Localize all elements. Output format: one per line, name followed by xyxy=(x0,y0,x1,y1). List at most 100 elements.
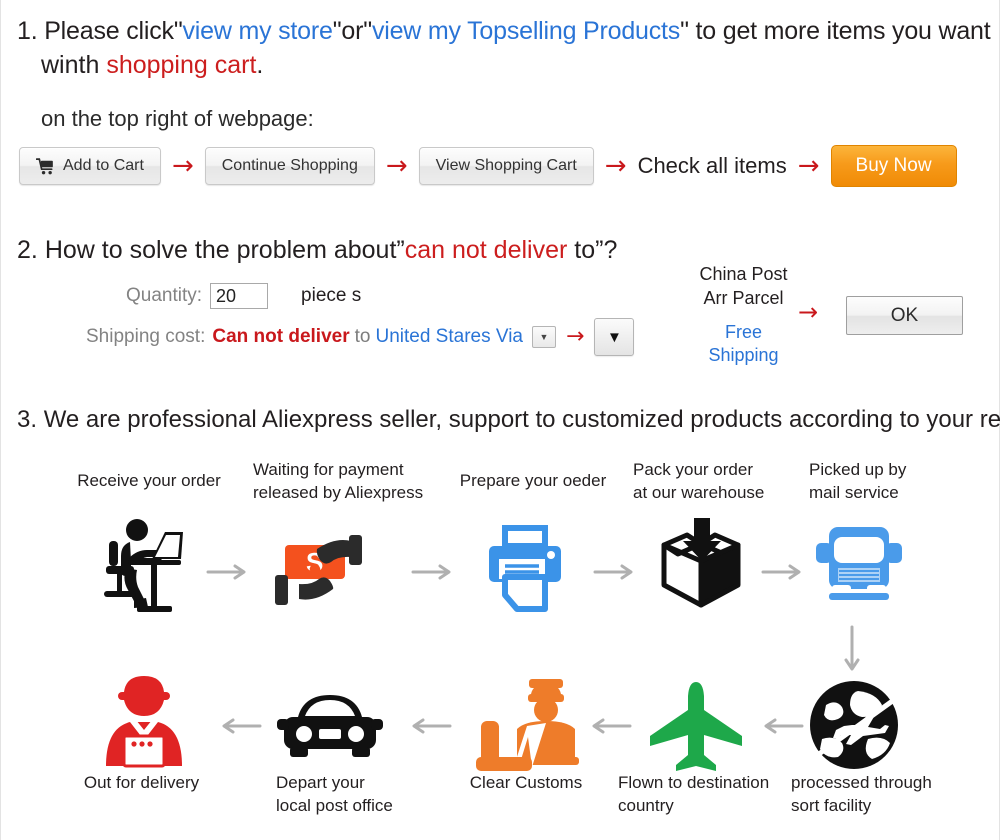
fulfillment-flow-diagram: Receive your order Waiting for payment r… xyxy=(1,455,1000,840)
flow-label-processed-sort-facility: processed through sort facility xyxy=(791,771,966,817)
view-my-topselling-link[interactable]: view my Topselling Products xyxy=(372,17,680,45)
flow-label-line-1: Receive your order xyxy=(77,471,221,490)
delivery-person-icon xyxy=(96,670,192,770)
chevron-down-icon-small: ▼ xyxy=(539,331,549,342)
shopping-cart-emphasis: shopping cart xyxy=(106,51,257,79)
section-1: 1. Please click"view my store"or"view my… xyxy=(17,14,991,134)
section-1-line2-suffix: . xyxy=(256,51,264,79)
add-to-cart-button[interactable]: Add to Cart xyxy=(19,147,161,185)
section-1-line2: winth shopping cart. xyxy=(17,48,987,82)
flow-label-line-1: Waiting for payment xyxy=(253,460,404,479)
quantity-label: Quantity: xyxy=(126,285,203,306)
arrow-icon-1: → xyxy=(171,151,194,181)
flow-label-line-1: Depart your xyxy=(276,773,365,792)
add-to-cart-label: Add to Cart xyxy=(63,157,144,174)
customs-officer-icon xyxy=(471,677,579,775)
chevron-down-icon-large: ▼ xyxy=(606,328,622,346)
flow-label-line-1: Prepare your oeder xyxy=(459,471,607,490)
truck-icon xyxy=(813,517,905,605)
shipping-cost-row: Shipping cost: Can not deliver to United… xyxy=(86,318,635,356)
promo-page: 1. Please click"view my store"or"view my… xyxy=(0,0,1000,840)
quantity-input[interactable] xyxy=(210,283,269,309)
section-2-title: 2. How to solve the problem about”can no… xyxy=(17,236,617,265)
carrier-line-1: China Post xyxy=(699,264,788,284)
flow-label-line-2: local post office xyxy=(276,796,393,815)
flow-label-prepare-order: Prepare your oeder xyxy=(453,469,613,492)
country-dropdown-small[interactable]: ▼ xyxy=(531,326,556,348)
arrow-icon-3: → xyxy=(604,151,627,181)
flow-label-line-1: Picked up by xyxy=(809,460,907,479)
flow-label-line-2: sort facility xyxy=(791,796,872,815)
section-3-title: 3. We are professional Aliexpress seller… xyxy=(17,406,1000,434)
arrow-icon-5: → xyxy=(565,324,585,349)
shipping-method-dropdown[interactable]: ▼ xyxy=(594,318,635,356)
can-not-deliver-emphasis: can not deliver xyxy=(404,236,568,264)
flow-label-line-2: mail service xyxy=(809,483,899,502)
flow-arrow-icon-2 xyxy=(411,563,457,581)
continue-shopping-button[interactable]: Continue Shopping xyxy=(204,147,375,185)
flow-label-line-1: Flown to destination xyxy=(618,773,770,792)
flow-label-waiting-payment: Waiting for payment released by Aliexpre… xyxy=(253,458,438,504)
globe-plane-icon xyxy=(806,677,902,773)
section-1-line2-prefix: winth xyxy=(41,51,107,79)
flow-arrow-icon-6 xyxy=(586,717,632,735)
section-1-headline: 1. Please click"view my store"or"view my… xyxy=(17,14,991,48)
flow-label-receive-order: Receive your order xyxy=(69,469,229,492)
checkout-button-flow: Add to Cart → Continue Shopping → View S… xyxy=(19,145,957,187)
section-2-title-prefix: How to solve the problem about” xyxy=(44,236,405,264)
flow-label-line-1: Clear Customs xyxy=(469,773,583,792)
open-quote-2: " xyxy=(363,17,372,45)
view-my-store-link[interactable]: view my store xyxy=(183,17,333,45)
section-1-tail: to get more items you want xyxy=(688,17,991,45)
arrow-icon-2: → xyxy=(385,151,408,181)
flow-label-flown-to-destination: Flown to destination country xyxy=(618,771,793,817)
view-shopping-cart-button[interactable]: View Shopping Cart xyxy=(418,147,594,185)
flow-label-picked-up: Picked up by mail service xyxy=(809,458,969,504)
flow-arrow-icon-7 xyxy=(406,717,452,735)
section-2-title-suffix: to”? xyxy=(567,236,618,264)
flow-label-line-1: Pack your order xyxy=(633,460,753,479)
flow-label-pack-order: Pack your order at our warehouse xyxy=(633,458,798,504)
open-quote: " xyxy=(173,17,183,45)
ok-button[interactable]: OK xyxy=(846,296,963,335)
quantity-row: Quantity: piece s xyxy=(126,283,361,309)
flow-label-line-2: country xyxy=(618,796,674,815)
free-shipping-badge: Free Shipping xyxy=(681,321,806,367)
buy-now-label: Buy Now xyxy=(855,155,932,176)
shopping-cart-icon xyxy=(35,157,55,175)
section-1-joiner: or xyxy=(341,17,364,45)
section-1-subline: on the top right of webpage: xyxy=(41,106,314,131)
arrow-icon-4: → xyxy=(797,151,820,181)
arrow-icon-6: → xyxy=(798,298,819,326)
section-3-title-text: We are professional Aliexpress seller, s… xyxy=(43,406,1000,433)
shipping-to-word: to xyxy=(354,326,371,347)
close-quote-2: " xyxy=(680,17,689,45)
flow-label-line-1: processed through xyxy=(791,773,932,792)
section-2-number: 2. xyxy=(17,236,38,264)
flow-arrow-icon-down xyxy=(843,625,861,677)
printer-icon xyxy=(483,525,568,615)
carrier-name: China Post Arr Parcel xyxy=(681,262,806,310)
flow-label-line-2: at our warehouse xyxy=(633,483,765,502)
ok-button-label: OK xyxy=(890,304,919,326)
flow-arrow-icon-5 xyxy=(758,717,804,735)
shipping-cost-label: Shipping cost: xyxy=(86,326,206,347)
flow-arrow-icon-3 xyxy=(593,563,639,581)
money-hand-icon: S xyxy=(273,527,383,612)
buy-now-button[interactable]: Buy Now xyxy=(830,145,957,187)
airplane-icon xyxy=(646,679,746,771)
flow-label-clear-customs: Clear Customs xyxy=(441,771,611,794)
cannot-deliver-status: Can not deliver xyxy=(212,326,350,347)
carrier-line-2: Arr Parcel xyxy=(703,288,784,308)
check-all-items-text: Check all items xyxy=(637,153,787,178)
free-shipping-line-2: Shipping xyxy=(708,345,779,365)
destination-country-link[interactable]: United Stares Via xyxy=(375,326,523,348)
free-shipping-line-1: Free xyxy=(724,322,762,342)
flow-arrow-icon-8 xyxy=(216,717,262,735)
piece-unit-label: piece s xyxy=(301,285,362,306)
package-box-icon xyxy=(651,513,751,615)
section-1-lead: Please click xyxy=(44,17,174,45)
section-1-number: 1. xyxy=(17,17,38,45)
continue-shopping-label: Continue Shopping xyxy=(221,157,358,174)
flow-label-depart-post-office: Depart your local post office xyxy=(276,771,451,817)
